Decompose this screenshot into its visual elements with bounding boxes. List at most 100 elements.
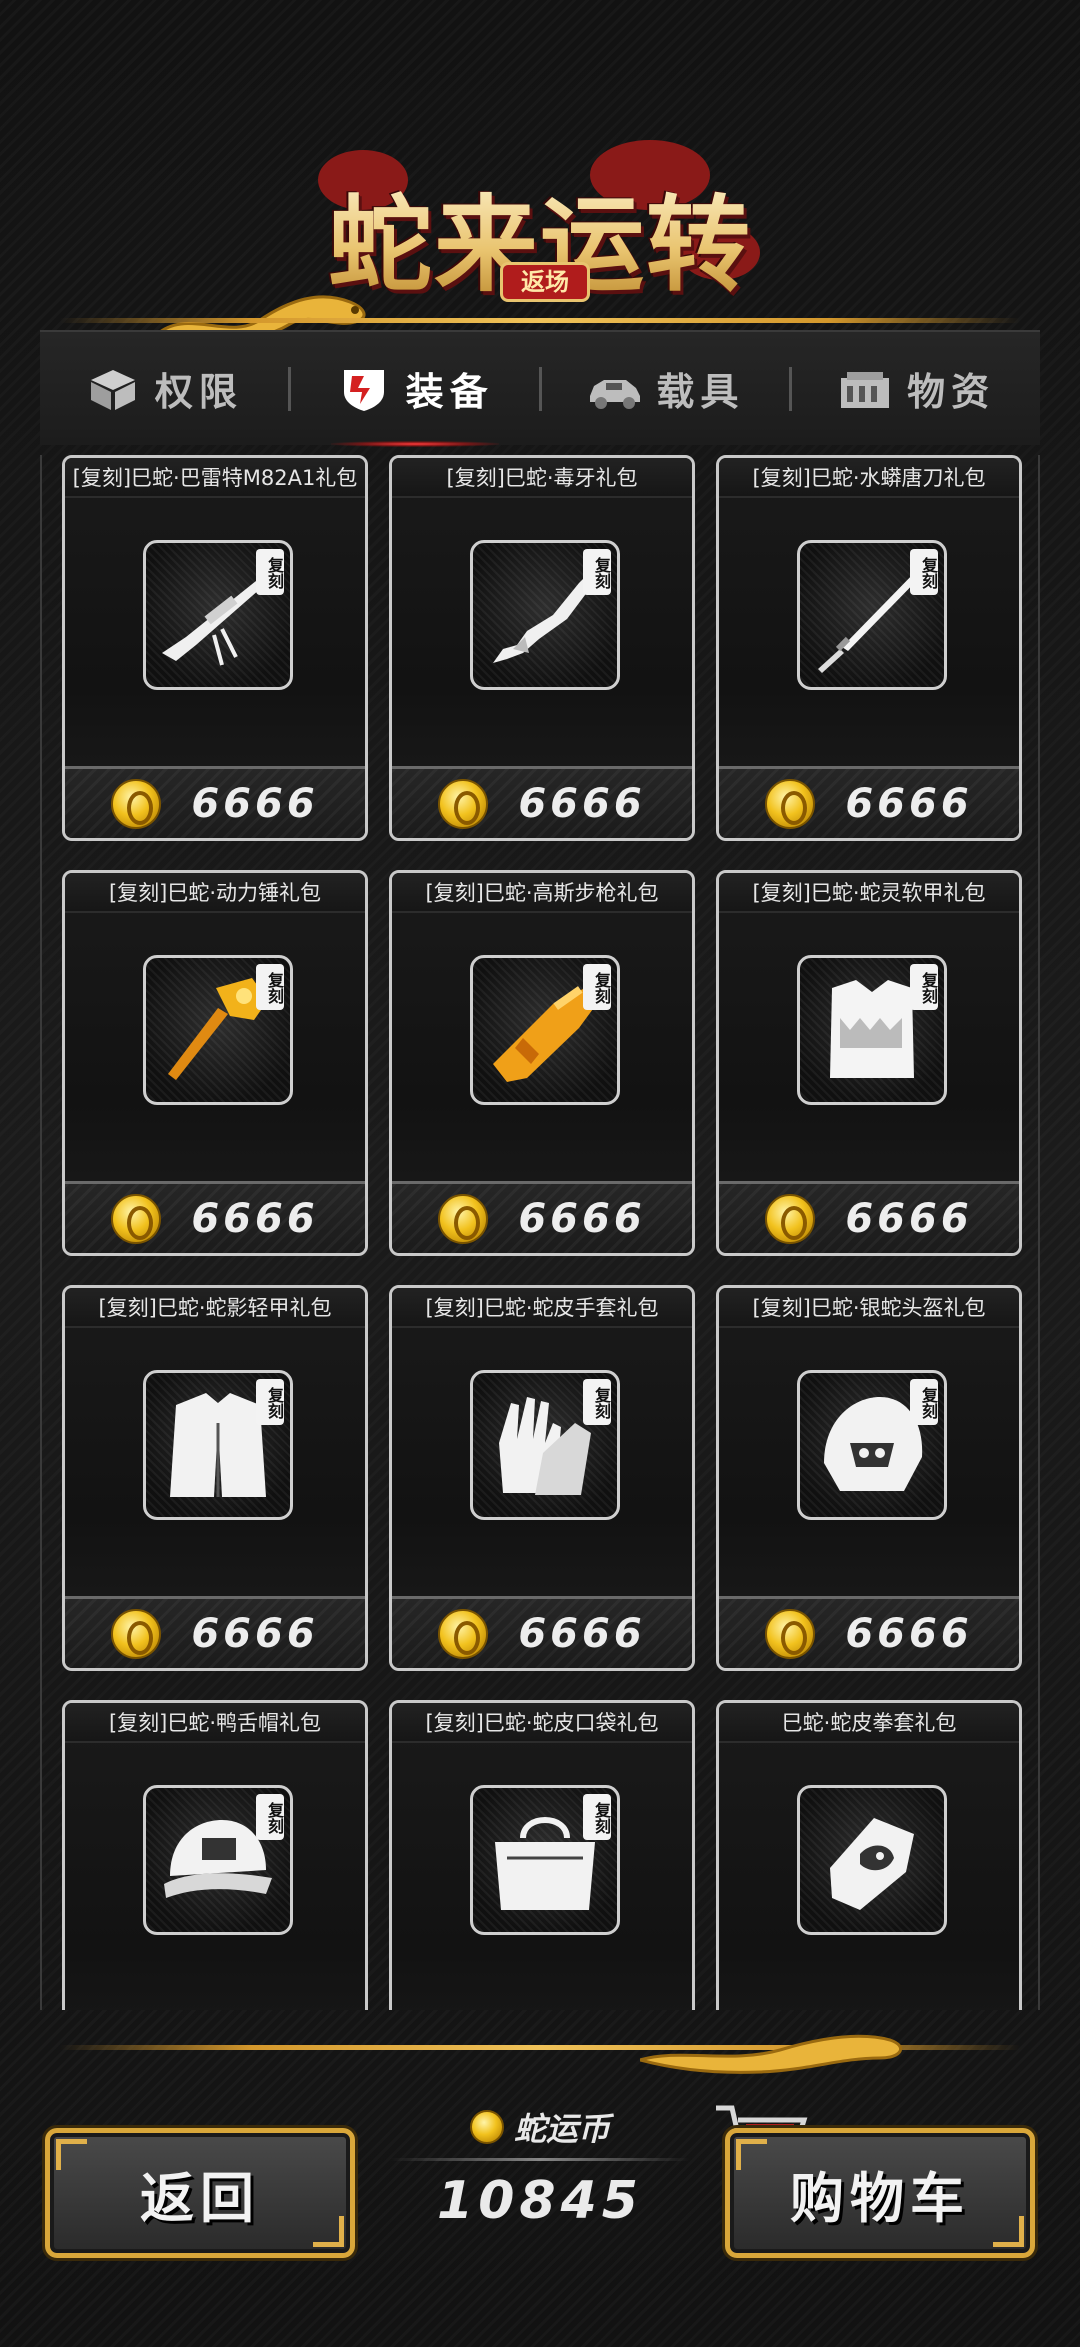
currency-divider — [390, 2158, 690, 2161]
tab-label: 权限 — [154, 370, 243, 414]
reprint-badge: 复刻 — [583, 1379, 611, 1425]
reprint-badge: 复刻 — [256, 1794, 284, 1840]
item-title: [复刻]巳蛇·毒牙礼包 — [392, 458, 692, 498]
item-image-frame — [797, 1785, 947, 1935]
tab-equipment[interactable]: 装备 — [291, 332, 539, 447]
tab-permissions[interactable]: 权限 — [40, 332, 288, 445]
tab-vehicles[interactable]: 载具 — [542, 332, 790, 445]
reprint-badge: 复刻 — [583, 964, 611, 1010]
item-price: 6666 — [191, 780, 319, 827]
item-price: 6666 — [518, 1610, 646, 1657]
item-image-frame: 复刻 — [470, 1370, 620, 1520]
item-title: [复刻]巳蛇·蛇灵软甲礼包 — [719, 873, 1019, 913]
item-card[interactable]: [复刻]巳蛇·蛇影轻甲礼包 复刻 6666 — [62, 1285, 368, 1671]
buy-button[interactable]: 6666 — [719, 1181, 1019, 1253]
buy-button[interactable]: 6666 — [719, 1596, 1019, 1668]
coin-icon — [111, 1608, 162, 1659]
category-tabs: 权限 装备 载具 物资 — [40, 330, 1040, 447]
buy-button[interactable]: 6666 — [65, 1181, 365, 1253]
reprint-badge: 复刻 — [910, 549, 938, 595]
coin-icon — [438, 1608, 489, 1659]
item-image-frame: 复刻 — [797, 1370, 947, 1520]
item-title: [复刻]巳蛇·银蛇头盔礼包 — [719, 1288, 1019, 1328]
item-card[interactable]: [复刻]巳蛇·蛇皮口袋礼包 复刻 — [389, 1700, 695, 2010]
item-price: 6666 — [191, 1195, 319, 1242]
item-image-frame: 复刻 — [797, 540, 947, 690]
item-price: 6666 — [845, 1195, 973, 1242]
buy-button[interactable]: 6666 — [65, 1596, 365, 1668]
tab-label: 物资 — [907, 370, 996, 414]
item-card[interactable]: [复刻]巳蛇·高斯步枪礼包 复刻 6666 — [389, 870, 695, 1256]
coin-icon — [765, 1608, 816, 1659]
reprint-badge: 复刻 — [256, 549, 284, 595]
item-image-frame: 复刻 — [143, 540, 293, 690]
currency-label: 蛇运币 — [513, 2110, 610, 2148]
buy-button[interactable]: 6666 — [392, 766, 692, 838]
crate-icon — [841, 371, 890, 408]
item-card[interactable]: [复刻]巳蛇·蛇皮手套礼包 复刻 6666 — [389, 1285, 695, 1671]
currency-panel: 蛇运币 10845 — [380, 2100, 700, 2260]
buy-button[interactable]: 6666 — [392, 1181, 692, 1253]
tab-label: 装备 — [405, 370, 494, 414]
item-price: 6666 — [191, 1610, 319, 1657]
item-price: 6666 — [845, 1610, 973, 1657]
item-title: [复刻]巳蛇·蛇影轻甲礼包 — [65, 1288, 365, 1328]
item-title: [复刻]巳蛇·蛇皮手套礼包 — [392, 1288, 692, 1328]
back-button-label: 返回 — [140, 2165, 260, 2230]
coin-icon — [765, 1193, 816, 1244]
item-card[interactable]: [复刻]巳蛇·巴雷特M82A1礼包 复刻 6666 — [62, 455, 368, 841]
item-image-frame: 复刻 — [143, 1370, 293, 1520]
item-title: [复刻]巳蛇·高斯步枪礼包 — [392, 873, 692, 913]
coin-icon — [765, 778, 816, 829]
back-button[interactable]: 返回 — [45, 2128, 355, 2258]
reprint-badge: 复刻 — [910, 964, 938, 1010]
item-card[interactable]: 巳蛇·蛇皮拳套礼包 — [716, 1700, 1022, 2010]
title-subtitle-badge: 返场 — [500, 262, 590, 302]
buy-button[interactable]: 6666 — [65, 766, 365, 838]
cart-button-label: 购物车 — [790, 2165, 970, 2230]
tab-label: 载具 — [656, 370, 745, 414]
item-card[interactable]: [复刻]巳蛇·动力锤礼包 复刻 6666 — [62, 870, 368, 1256]
item-card[interactable]: [复刻]巳蛇·毒牙礼包 复刻 6666 — [389, 455, 695, 841]
tab-supplies[interactable]: 物资 — [792, 332, 1040, 445]
item-title: [复刻]巳蛇·巴雷特M82A1礼包 — [65, 458, 365, 498]
item-image-frame: 复刻 — [470, 540, 620, 690]
buy-button[interactable]: 6666 — [392, 1596, 692, 1668]
fist-wrap-icon — [830, 1818, 914, 1910]
reprint-badge: 复刻 — [583, 549, 611, 595]
item-image-frame: 复刻 — [470, 955, 620, 1105]
item-card[interactable]: [复刻]巳蛇·蛇灵软甲礼包 复刻 6666 — [716, 870, 1022, 1256]
item-title: [复刻]巳蛇·鸭舌帽礼包 — [65, 1703, 365, 1743]
item-title: [复刻]巳蛇·蛇皮口袋礼包 — [392, 1703, 692, 1743]
item-grid: [复刻]巳蛇·巴雷特M82A1礼包 复刻 6666 [复刻]巳蛇·毒牙礼包 复刻… — [40, 455, 1040, 2010]
item-card[interactable]: [复刻]巳蛇·鸭舌帽礼包 复刻 — [62, 1700, 368, 2010]
reprint-badge: 复刻 — [910, 1379, 938, 1425]
item-image-frame: 复刻 — [470, 1785, 620, 1935]
box-icon — [90, 369, 135, 410]
coin-icon — [111, 778, 162, 829]
buy-button[interactable]: 6666 — [719, 766, 1019, 838]
coin-icon — [111, 1193, 162, 1244]
item-price: 6666 — [518, 780, 646, 827]
item-price: 6666 — [845, 780, 973, 827]
item-image-frame: 复刻 — [797, 955, 947, 1105]
item-image-frame: 复刻 — [143, 1785, 293, 1935]
golden-snake-icon — [640, 2034, 903, 2074]
reprint-badge: 复刻 — [256, 964, 284, 1010]
cart-button[interactable]: 购物车 — [725, 2128, 1035, 2258]
shield-icon — [343, 369, 384, 411]
coin-icon — [438, 778, 489, 829]
item-title: 巳蛇·蛇皮拳套礼包 — [719, 1703, 1019, 1743]
header-divider — [60, 318, 1020, 323]
reprint-badge: 复刻 — [256, 1379, 284, 1425]
item-card[interactable]: [复刻]巳蛇·水蟒唐刀礼包 复刻 6666 — [716, 455, 1022, 841]
item-title: [复刻]巳蛇·水蟒唐刀礼包 — [719, 458, 1019, 498]
car-icon — [590, 379, 641, 409]
item-price: 6666 — [518, 1195, 646, 1242]
reprint-badge: 复刻 — [583, 1794, 611, 1840]
item-card[interactable]: [复刻]巳蛇·银蛇头盔礼包 复刻 6666 — [716, 1285, 1022, 1671]
currency-amount: 10845 — [437, 2171, 643, 2231]
item-title: [复刻]巳蛇·动力锤礼包 — [65, 873, 365, 913]
coin-icon — [469, 2110, 504, 2144]
coin-icon — [438, 1193, 489, 1244]
